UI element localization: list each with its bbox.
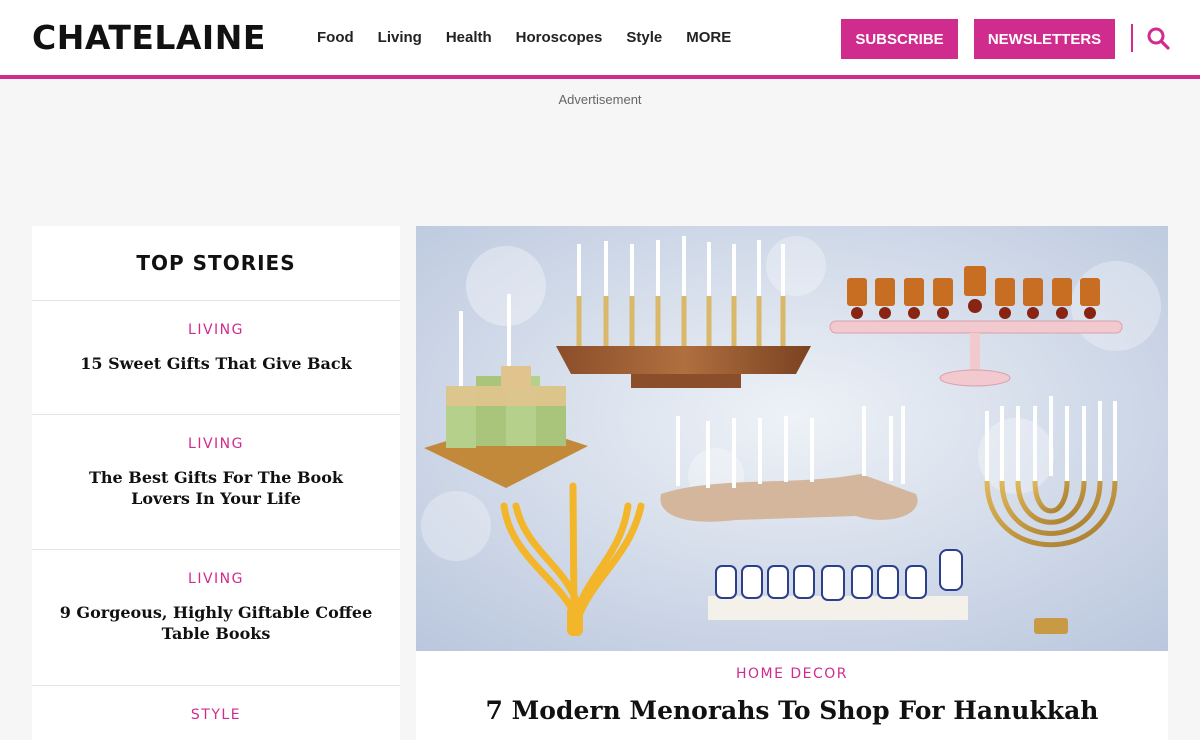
- subscribe-button[interactable]: SUBSCRIBE: [841, 19, 958, 59]
- featured-image[interactable]: [416, 226, 1168, 651]
- nav-health[interactable]: Health: [446, 29, 492, 47]
- story-title[interactable]: The Best Gifts For The Book Lovers In Yo…: [58, 467, 374, 509]
- header-accent-rule: [0, 75, 1200, 79]
- story-item[interactable]: LIVING 15 Sweet Gifts That Give Back: [32, 301, 400, 415]
- feature-title[interactable]: 7 Modern Menorahs To Shop For Hanukkah: [416, 696, 1168, 725]
- story-title[interactable]: 15 Sweet Gifts That Give Back: [58, 353, 374, 374]
- nav-living[interactable]: Living: [378, 29, 422, 47]
- main-nav: Food Living Health Horoscopes Style MORE: [317, 29, 755, 47]
- story-category[interactable]: STYLE: [58, 706, 374, 724]
- story-title[interactable]: 9 Gorgeous, Highly Giftable Coffee Table…: [58, 602, 374, 644]
- story-item[interactable]: STYLE: [32, 686, 400, 740]
- feature-category[interactable]: HOME DECOR: [416, 666, 1168, 682]
- header-divider: [1131, 24, 1133, 52]
- story-category[interactable]: LIVING: [58, 570, 374, 588]
- nav-more[interactable]: MORE: [686, 29, 731, 47]
- nav-food[interactable]: Food: [317, 29, 354, 47]
- nav-style[interactable]: Style: [626, 29, 662, 47]
- search-icon[interactable]: [1146, 26, 1170, 50]
- story-item[interactable]: LIVING The Best Gifts For The Book Lover…: [32, 415, 400, 550]
- menorahs-image: [416, 226, 1168, 651]
- nav-horoscopes[interactable]: Horoscopes: [516, 29, 603, 47]
- advertisement-label: Advertisement: [558, 92, 642, 107]
- featured-article: HOME DECOR 7 Modern Menorahs To Shop For…: [416, 226, 1168, 740]
- story-category[interactable]: LIVING: [58, 321, 374, 339]
- site-logo[interactable]: CHATELAINE: [32, 18, 266, 58]
- site-header: CHATELAINE Food Living Health Horoscopes…: [0, 0, 1200, 75]
- top-stories-title: TOP STORIES: [32, 226, 400, 301]
- story-category[interactable]: LIVING: [58, 435, 374, 453]
- top-stories-sidebar: TOP STORIES LIVING 15 Sweet Gifts That G…: [32, 226, 400, 740]
- newsletters-button[interactable]: NEWSLETTERS: [974, 19, 1115, 59]
- story-item[interactable]: LIVING 9 Gorgeous, Highly Giftable Coffe…: [32, 550, 400, 686]
